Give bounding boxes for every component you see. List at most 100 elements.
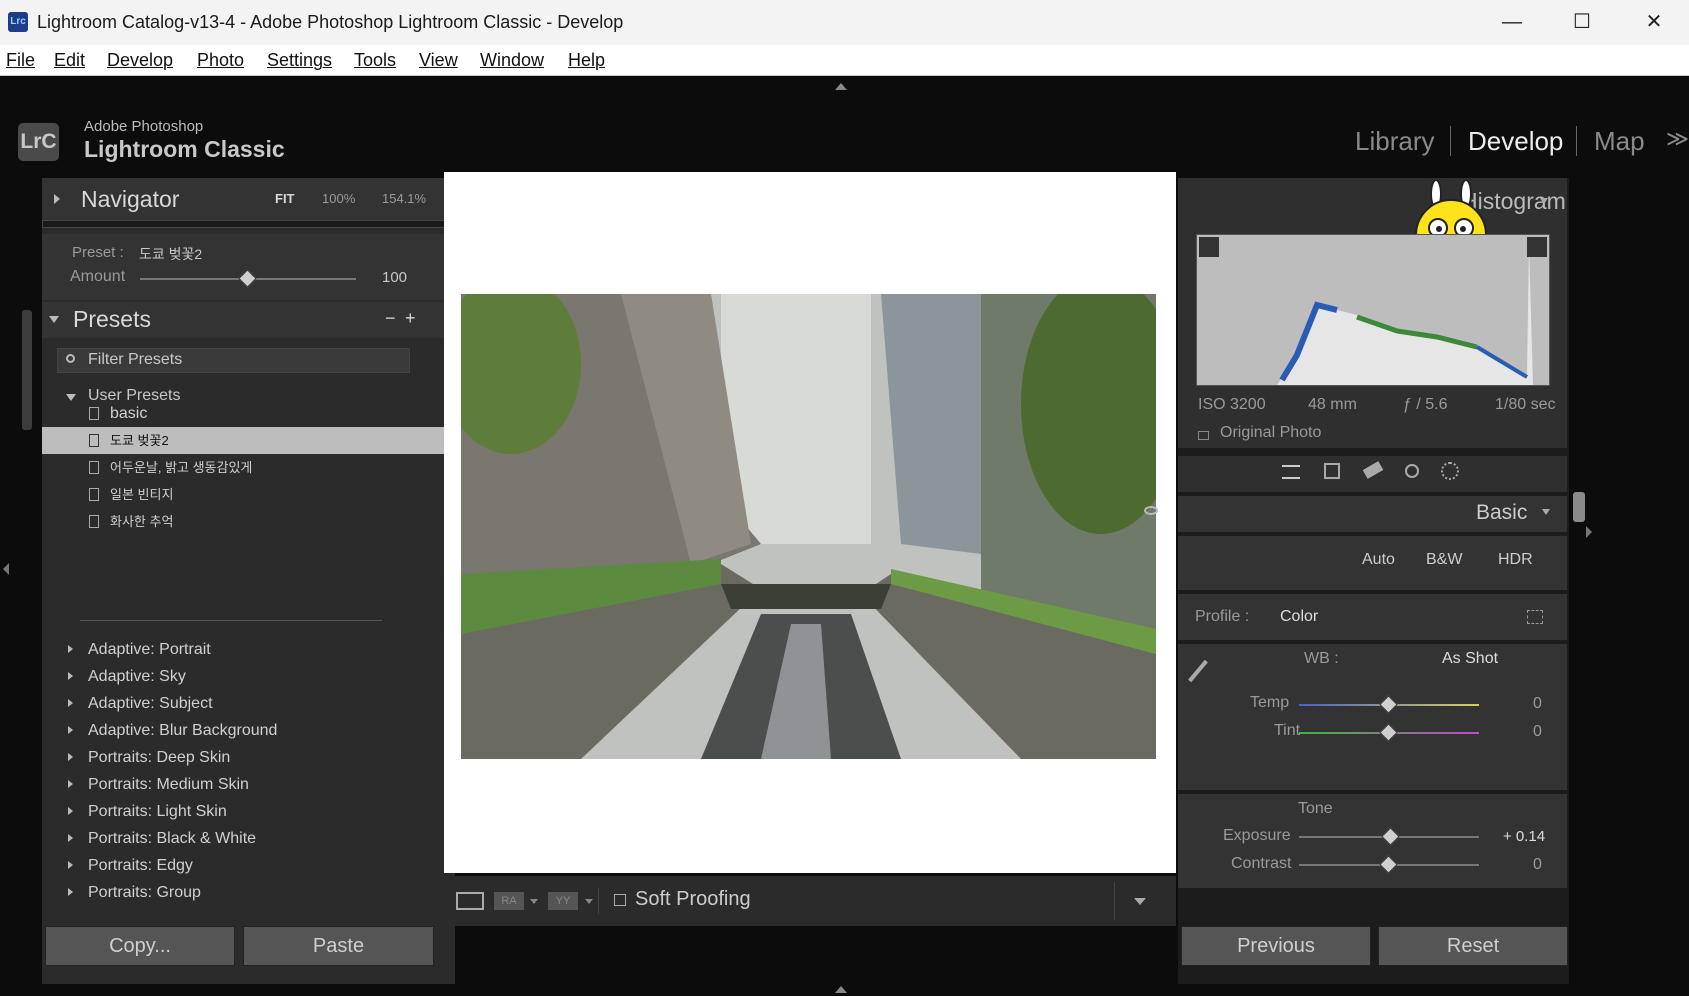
- menu-develop[interactable]: Develop: [107, 50, 173, 71]
- preset-group[interactable]: Adaptive: Sky: [42, 663, 451, 690]
- module-library[interactable]: Library: [1355, 126, 1434, 157]
- menu-edit[interactable]: Edit: [54, 50, 85, 71]
- iso-info: ISO 3200: [1198, 396, 1266, 413]
- masking-icon[interactable]: [1441, 462, 1459, 480]
- close-button[interactable]: ✕: [1624, 6, 1684, 38]
- menu-window[interactable]: Window: [480, 50, 544, 71]
- preset-file-icon: [89, 515, 99, 528]
- original-photo-checkbox[interactable]: [1198, 431, 1209, 440]
- preset-group[interactable]: Portraits: Edgy: [42, 852, 451, 879]
- presets-title: Presets: [73, 306, 151, 332]
- left-panel-toggle-icon[interactable]: [3, 563, 9, 575]
- preset-item[interactable]: 어두운날, 밝고 생동감있게: [42, 454, 451, 481]
- contrast-slider-handle[interactable]: [1379, 855, 1398, 874]
- auto-button[interactable]: Auto: [1362, 551, 1395, 569]
- wb-label: WB :: [1304, 650, 1339, 667]
- preset-group[interactable]: Adaptive: Portrait: [42, 636, 451, 663]
- preset-group[interactable]: Portraits: Light Skin: [42, 798, 451, 825]
- expand-group-icon[interactable]: [68, 726, 73, 734]
- navigator-header[interactable]: Navigator FIT 100% 154.1%: [42, 178, 455, 220]
- crop-icon[interactable]: [1324, 463, 1340, 479]
- swap-dropdown-icon[interactable]: [585, 899, 593, 904]
- expand-group-icon[interactable]: [68, 861, 73, 869]
- presets-header[interactable]: Presets − +: [42, 302, 455, 338]
- eyedropper-icon[interactable]: [1188, 659, 1208, 683]
- navigator-expand-icon[interactable]: [54, 194, 60, 204]
- bottom-panel-toggle-icon[interactable]: [835, 986, 847, 993]
- expand-group-icon[interactable]: [68, 780, 73, 788]
- toolbar-menu-icon[interactable]: [1134, 898, 1146, 905]
- expand-group-icon[interactable]: [68, 834, 73, 842]
- histogram-collapse-icon[interactable]: [1540, 198, 1548, 204]
- shadow-clipping-icon[interactable]: [1199, 237, 1219, 257]
- expand-group-icon[interactable]: [68, 888, 73, 896]
- bw-button[interactable]: B&W: [1426, 551, 1462, 569]
- hdr-button[interactable]: HDR: [1498, 551, 1533, 569]
- menu-tools[interactable]: Tools: [354, 50, 396, 71]
- reset-button[interactable]: Reset: [1378, 926, 1568, 966]
- top-panel-toggle-icon[interactable]: [835, 83, 847, 90]
- preset-group-label: Adaptive: Blur Background: [88, 722, 278, 739]
- preset-item[interactable]: 화사한 추억: [42, 508, 451, 535]
- loupe-view-icon[interactable]: [456, 892, 484, 910]
- left-panel-scrollbar[interactable]: [22, 310, 32, 430]
- maximize-button[interactable]: ☐: [1552, 6, 1612, 38]
- swap-view-button[interactable]: YY: [548, 892, 578, 910]
- soft-proofing-checkbox[interactable]: [614, 894, 626, 906]
- zoom-fit[interactable]: FIT: [275, 191, 295, 206]
- more-modules-icon[interactable]: ≫: [1666, 126, 1689, 152]
- menu-settings[interactable]: Settings: [267, 50, 332, 71]
- preset-group[interactable]: Adaptive: Blur Background: [42, 717, 451, 744]
- expand-group-icon[interactable]: [68, 672, 73, 680]
- healing-eraser-icon[interactable]: [1362, 461, 1384, 479]
- preset-group[interactable]: Portraits: Group: [42, 879, 451, 906]
- right-panel-scrollbar[interactable]: [1573, 492, 1585, 522]
- image-canvas[interactable]: [444, 172, 1176, 873]
- right-panel-toggle-icon[interactable]: [1586, 526, 1592, 538]
- preset-group[interactable]: Adaptive: Subject: [42, 690, 451, 717]
- visibility-eye-icon[interactable]: [1144, 506, 1158, 515]
- module-develop[interactable]: Develop: [1468, 126, 1563, 157]
- paste-button[interactable]: Paste: [243, 926, 434, 966]
- view-dropdown-icon[interactable]: [530, 899, 538, 904]
- copy-button[interactable]: Copy...: [45, 926, 235, 966]
- filter-presets-input[interactable]: Filter Presets: [57, 348, 410, 373]
- tool-strip: [1178, 456, 1567, 492]
- profile-dropdown[interactable]: Color: [1280, 608, 1318, 626]
- module-map[interactable]: Map: [1594, 126, 1645, 157]
- expand-group-icon[interactable]: [68, 753, 73, 761]
- exposure-slider-handle[interactable]: [1381, 827, 1400, 846]
- preset-item[interactable]: 일본 빈티지: [42, 481, 451, 508]
- amount-slider-handle[interactable]: [238, 269, 257, 288]
- red-eye-icon[interactable]: [1405, 464, 1419, 478]
- tint-slider-handle[interactable]: [1379, 723, 1398, 742]
- preset-item[interactable]: basic: [42, 400, 451, 427]
- preset-group[interactable]: Portraits: Medium Skin: [42, 771, 451, 798]
- presets-collapse-icon[interactable]: [49, 316, 59, 323]
- zoom-100[interactable]: 100%: [322, 191, 355, 206]
- preset-item-selected[interactable]: 도쿄 벚꽃2: [42, 427, 451, 454]
- preset-group[interactable]: Portraits: Black & White: [42, 825, 451, 852]
- menu-photo[interactable]: Photo: [197, 50, 244, 71]
- zoom-custom[interactable]: 154.1%: [382, 191, 426, 206]
- expand-group-icon[interactable]: [68, 807, 73, 815]
- temp-slider-handle[interactable]: [1379, 695, 1398, 714]
- aperture-info: ƒ / 5.6: [1403, 396, 1448, 413]
- menu-file[interactable]: File: [6, 50, 35, 71]
- remove-preset-button[interactable]: −: [385, 308, 396, 329]
- menu-help[interactable]: Help: [568, 50, 605, 71]
- preset-group[interactable]: Portraits: Deep Skin: [42, 744, 451, 771]
- expand-group-icon[interactable]: [68, 645, 73, 653]
- basic-header[interactable]: Basic: [1144, 496, 1567, 532]
- profile-browser-grid-icon[interactable]: [1527, 610, 1543, 624]
- basic-collapse-icon[interactable]: [1542, 509, 1550, 515]
- before-after-view-button[interactable]: RA: [494, 892, 524, 910]
- minimize-button[interactable]: —: [1482, 6, 1542, 38]
- edit-sliders-icon[interactable]: [1282, 465, 1300, 479]
- add-preset-button[interactable]: +: [405, 308, 416, 329]
- menu-view[interactable]: View: [419, 50, 458, 71]
- expand-group-icon[interactable]: [68, 699, 73, 707]
- wb-dropdown[interactable]: As Shot: [1442, 650, 1498, 668]
- previous-button[interactable]: Previous: [1181, 926, 1371, 966]
- highlight-clipping-icon[interactable]: [1527, 237, 1547, 257]
